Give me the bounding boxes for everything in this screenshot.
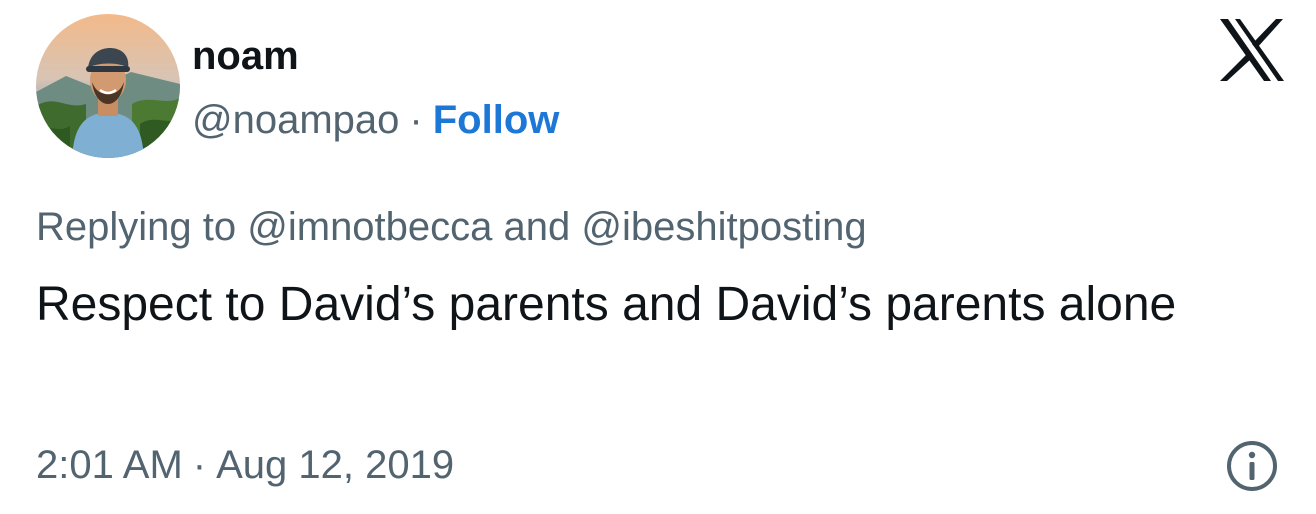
tweet-card: noam @noampao · Follow Replying to @imnotb…	[0, 0, 1316, 514]
follow-button[interactable]: Follow	[433, 98, 560, 142]
replying-to-prefix: Replying to	[36, 205, 237, 249]
x-logo-icon[interactable]	[1218, 18, 1286, 82]
avatar-image	[36, 14, 180, 158]
tweet-date: Aug 12, 2019	[216, 443, 455, 487]
info-icon[interactable]	[1226, 440, 1278, 492]
mention-link[interactable]: @ibeshitposting	[581, 205, 866, 249]
timestamp-separator: ·	[192, 443, 207, 487]
mention-link[interactable]: @imnotbecca	[247, 205, 492, 249]
handle-separator: ·	[409, 98, 423, 142]
handle[interactable]: @noampao	[192, 98, 399, 142]
avatar[interactable]	[36, 14, 180, 158]
timestamp[interactable]: 2:01 AM · Aug 12, 2019	[36, 438, 454, 492]
replying-to-conjunction: and	[503, 205, 571, 249]
tweet-time: 2:01 AM	[36, 443, 183, 487]
handle-row: @noampao · Follow	[192, 94, 559, 146]
display-name[interactable]: noam	[192, 30, 299, 82]
tweet-text: Respect to David’s parents and David’s p…	[36, 278, 1177, 331]
replying-to: Replying to @imnotbecca and @ibeshitpost…	[36, 200, 867, 254]
